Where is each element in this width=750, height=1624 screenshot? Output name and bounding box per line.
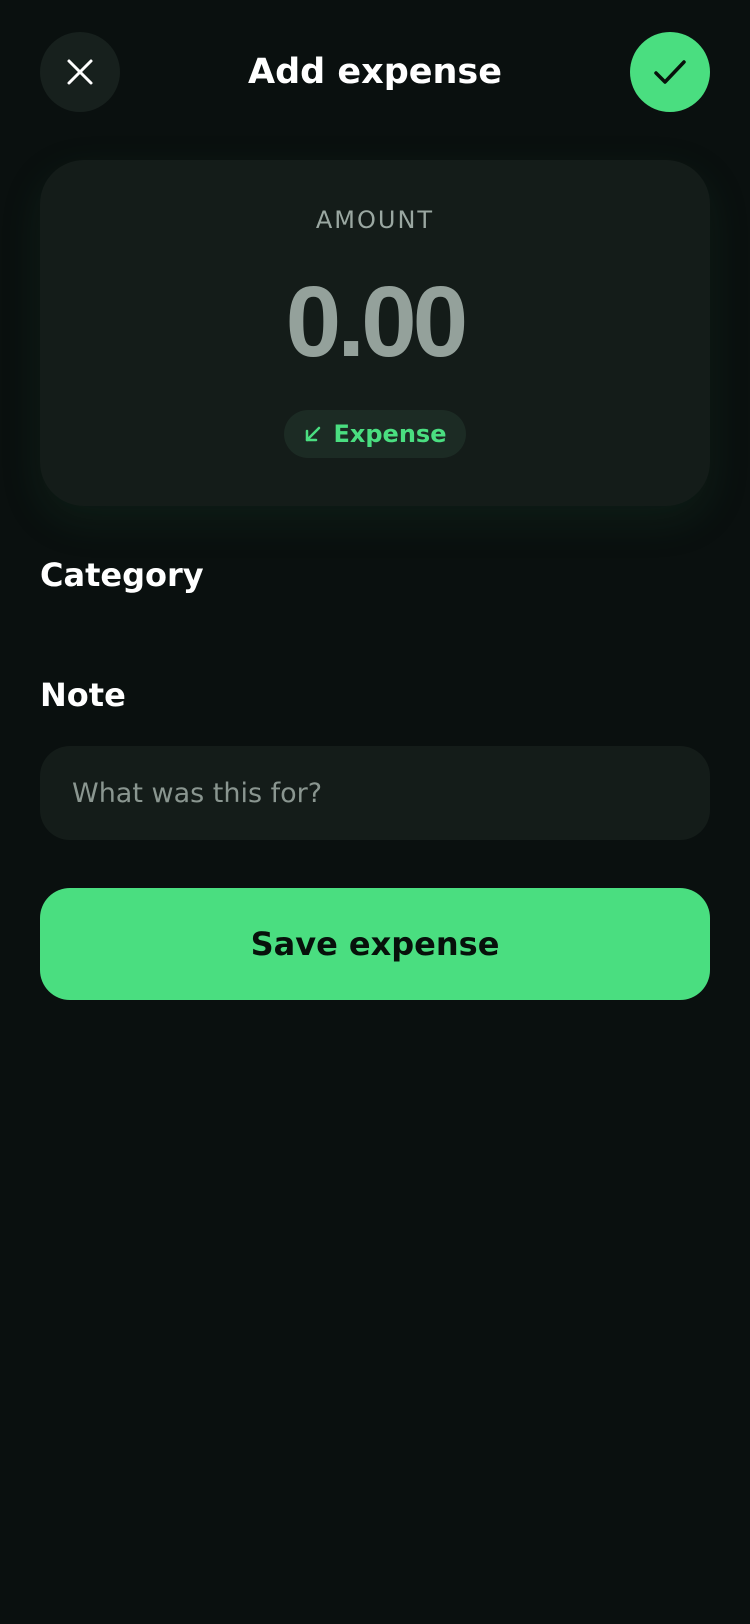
check-icon [654, 60, 686, 84]
save-expense-button[interactable]: Save expense [40, 888, 710, 1000]
header: Add expense [40, 32, 710, 112]
confirm-button[interactable] [630, 32, 710, 112]
amount-card: AMOUNT 0.00 Expense [40, 160, 710, 506]
add-expense-screen: Add expense AMOUNT 0.00 Expense Category… [0, 0, 750, 1624]
close-button[interactable] [40, 32, 120, 112]
transaction-type-toggle[interactable]: Expense [284, 410, 466, 458]
category-heading: Category [40, 556, 204, 594]
transaction-type-label: Expense [333, 420, 447, 448]
close-icon [67, 59, 93, 85]
amount-value[interactable]: 0.00 [40, 268, 710, 376]
note-input[interactable] [40, 746, 710, 840]
note-heading: Note [40, 676, 126, 714]
page-title: Add expense [248, 52, 502, 92]
amount-label: AMOUNT [315, 206, 435, 234]
arrow-down-left-icon [305, 426, 320, 442]
